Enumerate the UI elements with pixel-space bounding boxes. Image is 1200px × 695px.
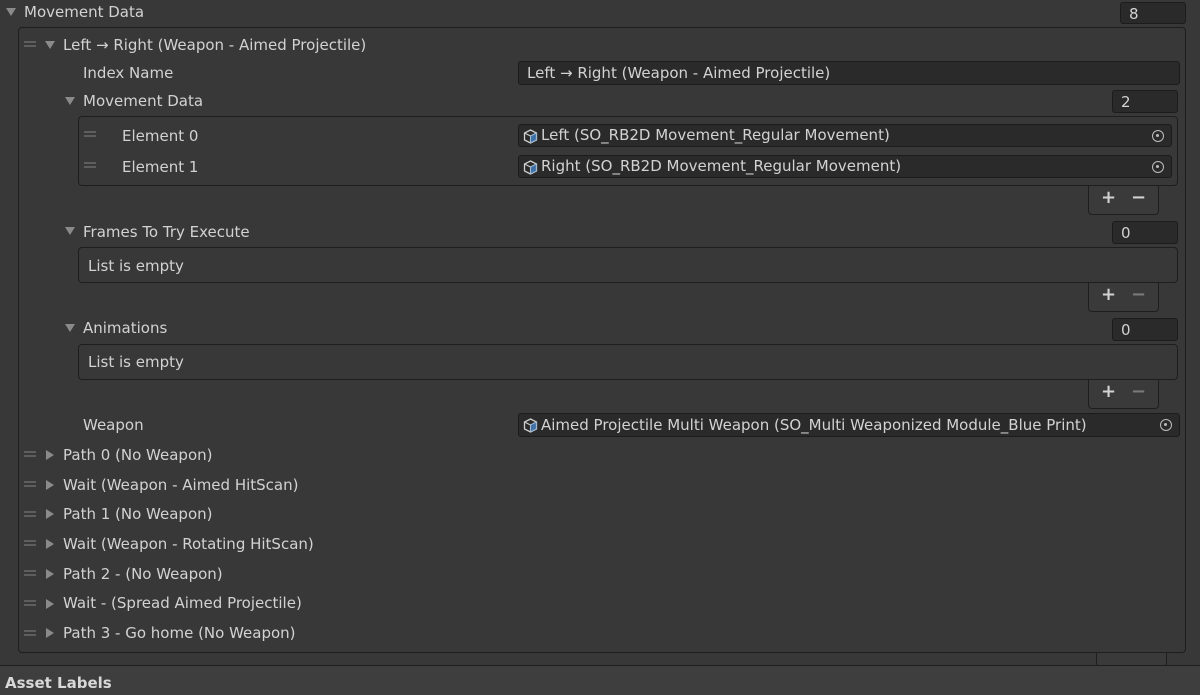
collapsed-item-foldout-arrow-icon[interactable] <box>46 599 54 609</box>
collapsed-item-drag-handle-icon[interactable] <box>24 481 36 487</box>
add-frame-button[interactable]: + <box>1101 285 1116 305</box>
add-animation-button[interactable]: + <box>1101 382 1116 402</box>
collapsed-item-drag-handle-icon[interactable] <box>24 570 36 576</box>
collapsed-item-6[interactable]: Path 3 - Go home (No Weapon) <box>63 623 296 643</box>
animations-size-field[interactable]: 0 <box>1112 318 1178 341</box>
asset-labels-bar: Asset Labels <box>0 666 1200 695</box>
collapsed-item-4[interactable]: Path 2 - (No Weapon) <box>63 564 223 584</box>
entry-drag-handle-icon[interactable] <box>24 41 36 47</box>
element-1-drag-handle-icon[interactable] <box>84 162 96 168</box>
element-0-drag-handle-icon[interactable] <box>84 131 96 137</box>
index-name-input[interactable]: Left → Right (Weapon - Aimed Projectile) <box>518 61 1180 85</box>
collapsed-item-drag-handle-icon[interactable] <box>24 600 36 606</box>
weapon-object-field[interactable]: Aimed Projectile Multi Weapon (SO_Multi … <box>518 413 1180 437</box>
remove-animation-button[interactable]: − <box>1131 382 1146 402</box>
animations-empty-text: List is empty <box>88 353 184 371</box>
scriptable-object-cube-icon <box>523 418 538 433</box>
entry-title[interactable]: Left → Right (Weapon - Aimed Projectile) <box>63 35 366 55</box>
collapsed-item-drag-handle-icon[interactable] <box>24 511 36 517</box>
collapsed-item-drag-handle-icon[interactable] <box>24 451 36 457</box>
collapsed-item-foldout-arrow-icon[interactable] <box>46 509 54 519</box>
frames-add-remove-bar: + − <box>1088 283 1159 312</box>
index-name-label: Index Name <box>83 64 174 82</box>
remove-element-button[interactable]: − <box>1131 188 1146 208</box>
frames-empty-text: List is empty <box>88 257 184 275</box>
animations-foldout-arrow-icon[interactable] <box>65 324 75 332</box>
animations-list-box: List is empty <box>78 344 1178 380</box>
element-1-object-field[interactable]: Right (SO_RB2D Movement_Regular Movement… <box>518 155 1172 178</box>
animations-label[interactable]: Animations <box>83 318 167 338</box>
add-element-button[interactable]: + <box>1101 188 1116 208</box>
frames-size-field[interactable]: 0 <box>1112 221 1178 244</box>
object-picker-icon[interactable] <box>1160 419 1172 431</box>
frames-list-box: List is empty <box>78 247 1178 283</box>
element-1-value: Right (SO_RB2D Movement_Regular Movement… <box>541 157 902 175</box>
weapon-label: Weapon <box>83 416 144 434</box>
object-picker-icon[interactable] <box>1152 130 1164 142</box>
element-1-label: Element 1 <box>122 158 199 176</box>
entry-foldout-arrow-icon[interactable] <box>45 41 55 49</box>
collapsed-item-3[interactable]: Wait (Weapon - Rotating HitScan) <box>63 534 314 554</box>
collapsed-item-drag-handle-icon[interactable] <box>24 630 36 636</box>
movement-data-label[interactable]: Movement Data <box>83 91 203 111</box>
movement-data-add-remove-bar: + − <box>1088 186 1159 215</box>
element-0-value: Left (SO_RB2D Movement_Regular Movement) <box>541 126 890 144</box>
movement-data-foldout-arrow-icon[interactable] <box>65 97 75 105</box>
object-picker-icon[interactable] <box>1152 161 1164 173</box>
root-foldout-arrow-icon[interactable] <box>6 8 16 16</box>
collapsed-item-foldout-arrow-icon[interactable] <box>46 539 54 549</box>
element-0-label: Element 0 <box>122 127 199 145</box>
scriptable-object-cube-icon <box>523 129 538 144</box>
animations-add-remove-bar: + − <box>1088 380 1159 409</box>
scriptable-object-cube-icon <box>523 160 538 175</box>
root-array-size-field[interactable]: 8 <box>1120 2 1186 24</box>
movement-data-size-field[interactable]: 2 <box>1112 90 1178 113</box>
asset-labels-title[interactable]: Asset Labels <box>5 673 112 693</box>
root-movement-data-label[interactable]: Movement Data <box>24 2 144 22</box>
remove-frame-button[interactable]: − <box>1131 285 1146 305</box>
collapsed-item-0[interactable]: Path 0 (No Weapon) <box>63 445 212 465</box>
collapsed-item-drag-handle-icon[interactable] <box>24 540 36 546</box>
collapsed-item-foldout-arrow-icon[interactable] <box>46 450 54 460</box>
collapsed-item-foldout-arrow-icon[interactable] <box>46 628 54 638</box>
collapsed-item-2[interactable]: Path 1 (No Weapon) <box>63 504 212 524</box>
frames-to-try-execute-label[interactable]: Frames To Try Execute <box>83 222 250 242</box>
weapon-value: Aimed Projectile Multi Weapon (SO_Multi … <box>541 416 1087 434</box>
collapsed-item-foldout-arrow-icon[interactable] <box>46 480 54 490</box>
element-0-object-field[interactable]: Left (SO_RB2D Movement_Regular Movement) <box>518 124 1172 147</box>
collapsed-item-1[interactable]: Wait (Weapon - Aimed HitScan) <box>63 475 298 495</box>
frames-foldout-arrow-icon[interactable] <box>65 227 75 235</box>
collapsed-item-5[interactable]: Wait - (Spread Aimed Projectile) <box>63 593 302 613</box>
collapsed-item-foldout-arrow-icon[interactable] <box>46 569 54 579</box>
